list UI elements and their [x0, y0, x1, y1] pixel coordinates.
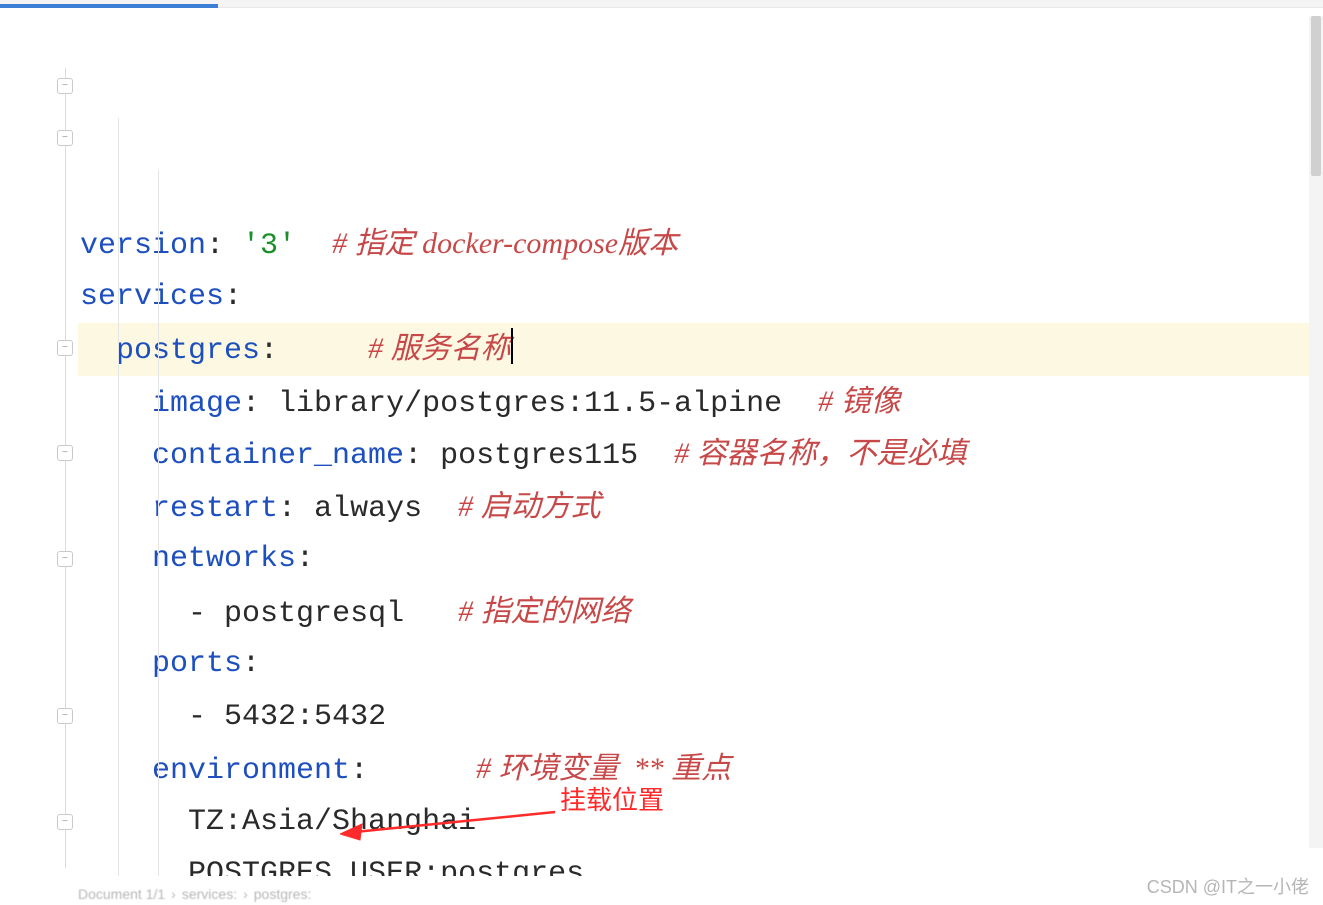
- scrollbar-thumb[interactable]: [1311, 16, 1321, 176]
- editor[interactable]: version: '3' # 指定 docker-compose版本servic…: [0, 8, 1323, 876]
- code-line[interactable]: container_name: postgres115 # 容器名称，不是必填: [78, 428, 1323, 481]
- fold-toggle-icon[interactable]: [57, 78, 73, 94]
- fold-toggle-icon[interactable]: [57, 130, 73, 146]
- code-line[interactable]: version: '3' # 指定 docker-compose版本: [78, 218, 1323, 271]
- breadcrumb[interactable]: Document 1/1› services:› postgres:: [78, 883, 311, 905]
- tab-strip: [0, 0, 1323, 8]
- code-line[interactable]: POSTGRES_USER:postgres: [78, 848, 1323, 876]
- code-line[interactable]: TZ:Asia/Shanghai: [78, 796, 1323, 849]
- code-line[interactable]: postgres: # 服务名称: [78, 323, 1323, 376]
- fold-column[interactable]: [54, 8, 78, 876]
- watermark: CSDN @IT之一小佬: [1147, 873, 1309, 899]
- annotation-arrow-icon: [340, 806, 560, 846]
- code-area[interactable]: version: '3' # 指定 docker-compose版本servic…: [78, 8, 1323, 876]
- indent-guide: [158, 170, 159, 876]
- annotation-label: 挂载位置: [560, 780, 664, 817]
- breadcrumb-segment[interactable]: postgres:: [254, 886, 312, 902]
- breadcrumb-segment[interactable]: Document 1/1: [78, 886, 165, 902]
- fold-toggle-icon[interactable]: [57, 445, 73, 461]
- code-line[interactable]: ports:: [78, 638, 1323, 691]
- code-line[interactable]: - postgresql # 指定的网络: [78, 586, 1323, 639]
- code-line[interactable]: networks:: [78, 533, 1323, 586]
- fold-guide: [65, 68, 66, 868]
- code-line[interactable]: environment: # 环境变量 ** 重点: [78, 743, 1323, 796]
- code-line[interactable]: image: library/postgres:11.5-alpine # 镜像: [78, 376, 1323, 429]
- gutter: [0, 8, 78, 876]
- indent-guide: [118, 118, 119, 876]
- code-line[interactable]: services:: [78, 271, 1323, 324]
- vertical-scrollbar[interactable]: [1309, 16, 1323, 848]
- breadcrumb-segment[interactable]: services:: [182, 886, 237, 902]
- fold-toggle-icon[interactable]: [57, 340, 73, 356]
- fold-toggle-icon[interactable]: [57, 708, 73, 724]
- code-line[interactable]: restart: always # 启动方式: [78, 481, 1323, 534]
- text-cursor: [511, 328, 513, 364]
- fold-toggle-icon[interactable]: [57, 551, 73, 567]
- fold-toggle-icon[interactable]: [57, 814, 73, 830]
- code-line[interactable]: - 5432:5432: [78, 691, 1323, 744]
